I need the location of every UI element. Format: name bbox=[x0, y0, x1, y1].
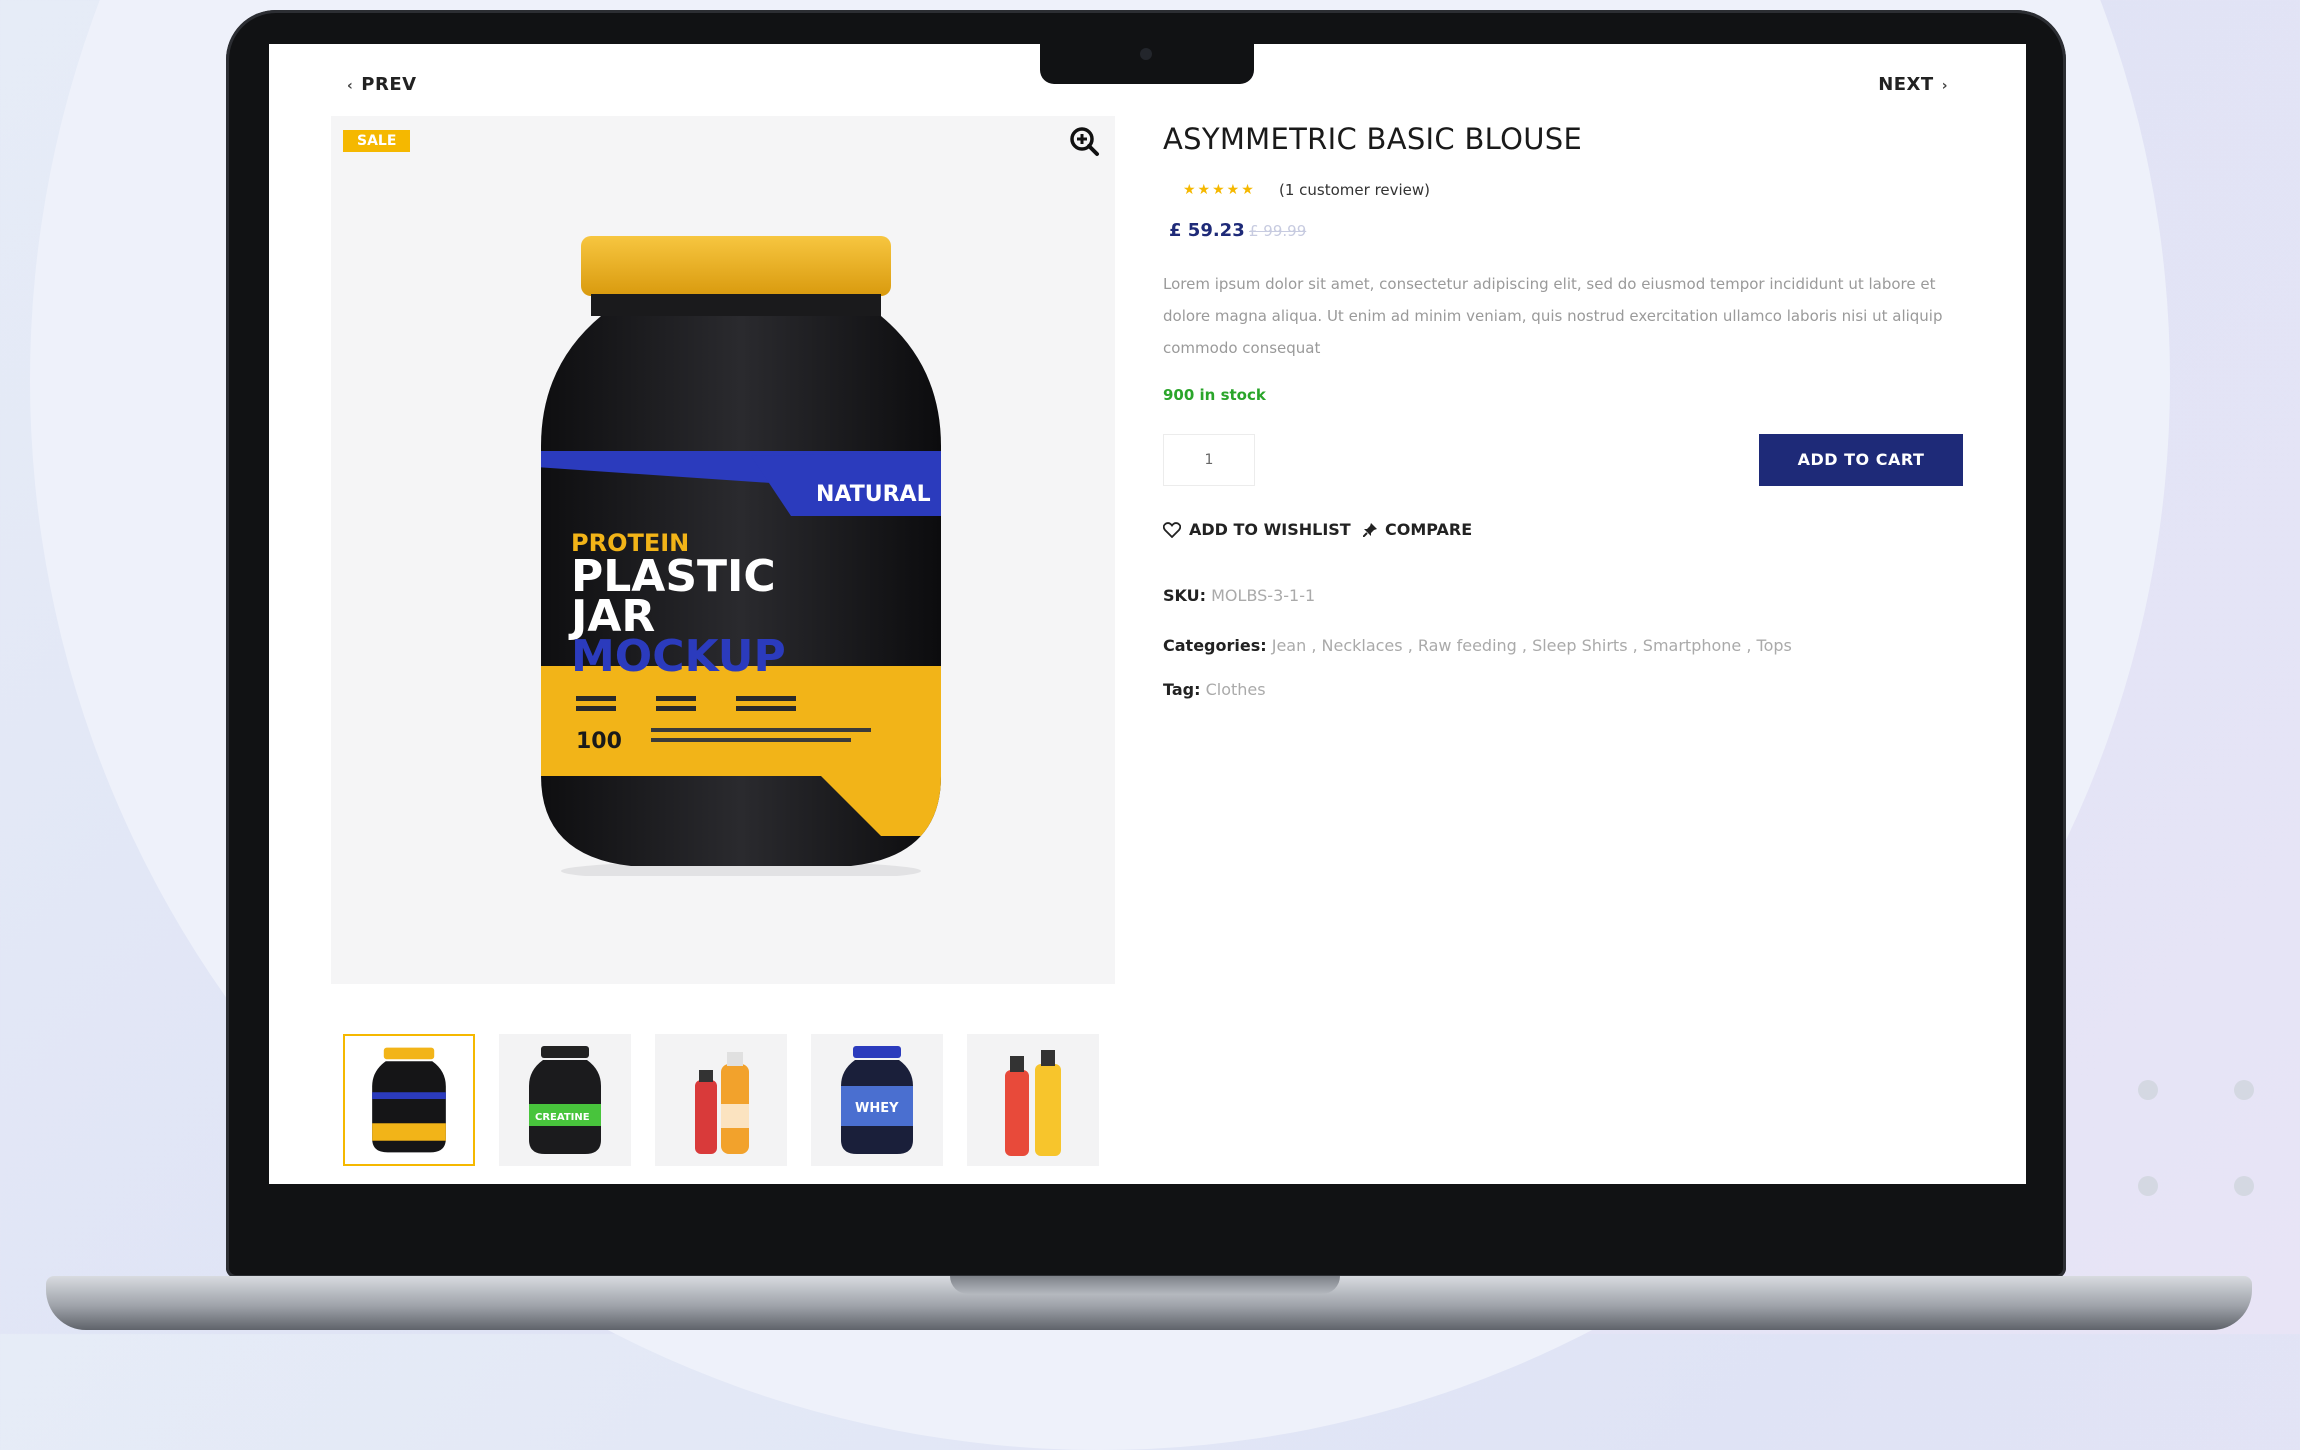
tag-row: Tag: Clothes bbox=[1163, 680, 1266, 699]
laptop-base-notch bbox=[950, 1276, 1340, 1294]
juice-bottles-thumb-icon bbox=[695, 1052, 749, 1154]
product-title: ASYMMETRIC BASIC BLOUSE bbox=[1163, 122, 1583, 156]
review-link[interactable]: (1 customer review) bbox=[1279, 181, 1430, 199]
stock-status: 900 in stock bbox=[1163, 386, 1266, 404]
thumbnail-1[interactable] bbox=[343, 1034, 475, 1166]
thumbnail-5[interactable] bbox=[967, 1034, 1099, 1166]
sku-value: MOLBS-3-1-1 bbox=[1211, 586, 1316, 605]
protein-jar-image: NATURAL PROTEIN PLASTIC JAR MOCKUP 100 bbox=[541, 236, 941, 876]
categories-row: Categories: Jean , Necklaces , Raw feedi… bbox=[1163, 636, 1792, 655]
jar-number-text: 100 bbox=[576, 729, 622, 754]
product-description: Lorem ipsum dolor sit amet, consectetur … bbox=[1163, 275, 1943, 357]
old-price: £ 99.99 bbox=[1249, 222, 1307, 240]
tag-label: Tag: bbox=[1163, 680, 1201, 699]
add-to-cart-button[interactable]: ADD TO CART bbox=[1759, 434, 1963, 486]
product-main-image[interactable]: SALE NATURAL PROTEIN PLASTIC JAR MOCKUP … bbox=[331, 116, 1115, 984]
sku-row: SKU: MOLBS-3-1-1 bbox=[1163, 586, 1315, 605]
chevron-right-icon: › bbox=[1941, 78, 1948, 94]
pin-icon bbox=[1363, 522, 1377, 537]
tag-value[interactable]: Clothes bbox=[1206, 680, 1266, 699]
jar-line4-text: MOCKUP bbox=[571, 631, 786, 682]
sale-badge: SALE bbox=[343, 130, 411, 152]
whey-jar-thumb-icon: WHEY bbox=[841, 1046, 913, 1154]
jar-band-text: NATURAL bbox=[816, 482, 931, 507]
laptop-base bbox=[46, 1276, 2252, 1330]
sale-price: £ 59.23 bbox=[1169, 220, 1245, 241]
decor-dot bbox=[2138, 1176, 2158, 1196]
camera-icon bbox=[1140, 48, 1152, 60]
heart-icon bbox=[1163, 521, 1181, 538]
next-link[interactable]: NEXT › bbox=[1878, 74, 1956, 95]
screen-notch bbox=[1040, 40, 1254, 84]
add-to-wishlist-button[interactable]: ADD TO WISHLIST bbox=[1163, 520, 1351, 539]
drink-bottles-thumb-icon bbox=[1005, 1050, 1061, 1156]
creatine-thumb-label: CREATINE bbox=[535, 1112, 590, 1123]
quantity-input[interactable]: 1 bbox=[1163, 434, 1255, 486]
decor-dot bbox=[2234, 1080, 2254, 1100]
laptop-screen: ‹ PREV NEXT › SALE NATURAL PROTEIN PLAST… bbox=[269, 44, 2026, 1184]
decor-dot bbox=[2138, 1080, 2158, 1100]
prev-link[interactable]: ‹ PREV bbox=[339, 74, 417, 95]
wishlist-label: ADD TO WISHLIST bbox=[1189, 520, 1351, 539]
categories-label: Categories: bbox=[1163, 636, 1267, 655]
thumbnail-3[interactable] bbox=[655, 1034, 787, 1166]
next-label: NEXT bbox=[1878, 74, 1934, 95]
rating-stars: ★★★★★ bbox=[1183, 182, 1256, 198]
thumbnail-4[interactable]: WHEY bbox=[811, 1034, 943, 1166]
creatine-jar-thumb-icon: CREATINE bbox=[529, 1046, 601, 1154]
compare-label: COMPARE bbox=[1385, 520, 1473, 539]
decor-dot bbox=[2234, 1176, 2254, 1196]
compare-button[interactable]: COMPARE bbox=[1363, 520, 1472, 539]
whey-thumb-label: WHEY bbox=[855, 1101, 899, 1116]
thumbnail-2[interactable]: CREATINE bbox=[499, 1034, 631, 1166]
sku-label: SKU: bbox=[1163, 586, 1207, 605]
categories-value[interactable]: Jean , Necklaces , Raw feeding , Sleep S… bbox=[1272, 636, 1792, 655]
chevron-left-icon: ‹ bbox=[347, 78, 354, 94]
zoom-icon[interactable] bbox=[1067, 124, 1101, 158]
prev-label: PREV bbox=[361, 74, 417, 95]
protein-jar-thumb-icon bbox=[372, 1047, 446, 1153]
